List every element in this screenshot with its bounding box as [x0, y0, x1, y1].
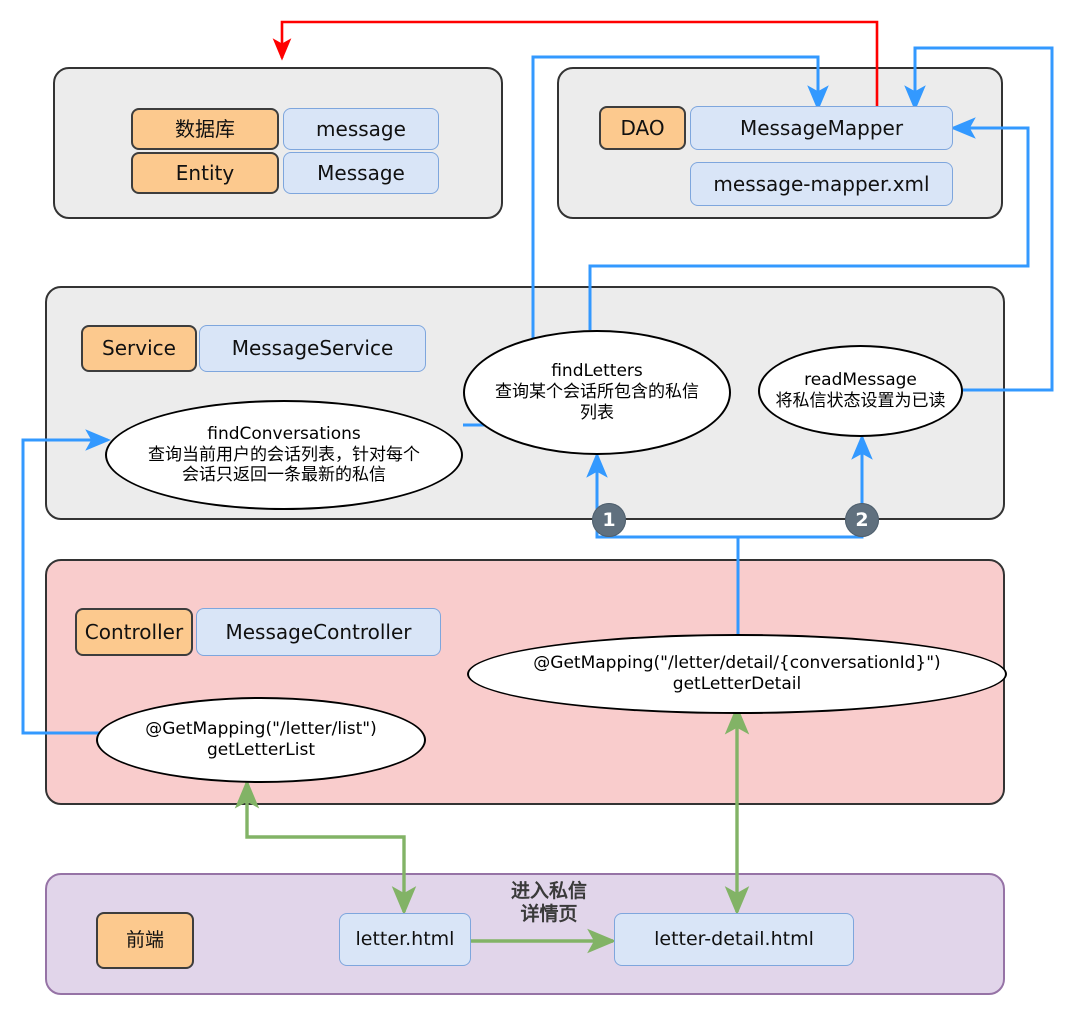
- diagram-canvas: 数据库 message Entity Message DAO MessageMa…: [0, 0, 1079, 1028]
- wire-getletterlist-to-findconversations: [21, 429, 112, 735]
- step-badge-2: 2: [845, 503, 879, 537]
- wire-letterhtml-to-getletterlist: [234, 779, 417, 916]
- chip-service-tag[interactable]: Service: [81, 325, 197, 372]
- mapping-get-letter-detail: @GetMapping("/letter/detail/{conversatio…: [533, 653, 941, 674]
- chip-database-tag[interactable]: 数据库: [131, 108, 279, 150]
- ellipse-read-message[interactable]: readMessage 将私信状态设置为已读: [758, 345, 963, 437]
- mapping-get-letter-list: @GetMapping("/letter/list"): [145, 719, 377, 740]
- wire-readmessage-to-mapper: [904, 46, 1054, 392]
- chip-frontend-tag[interactable]: 前端: [96, 912, 194, 969]
- method-desc-read-message-line1: 将私信状态设置为已读: [775, 391, 946, 411]
- ellipse-find-conversations[interactable]: findConversations 查询当前用户的会话列表，针对每个 会话只返回…: [105, 400, 463, 510]
- chip-page-letter-detail-html[interactable]: letter-detail.html: [614, 913, 854, 966]
- method-desc-find-conversations-line2: 会话只返回一条最新的私信: [182, 465, 386, 486]
- method-name-read-message: readMessage: [804, 370, 917, 391]
- label-enter-letter-detail: 进入私信 详情页: [484, 880, 614, 926]
- chip-message-controller[interactable]: MessageController: [196, 608, 441, 656]
- ellipse-find-letters[interactable]: findLetters 查询某个会话所包含的私信 列表: [463, 330, 731, 455]
- chip-message-mapper-xml[interactable]: message-mapper.xml: [690, 162, 953, 206]
- chip-database-table[interactable]: message: [283, 108, 439, 150]
- chip-message-mapper[interactable]: MessageMapper: [690, 106, 953, 150]
- chip-entity-class[interactable]: Message: [283, 152, 439, 194]
- chip-entity-tag[interactable]: Entity: [131, 152, 279, 194]
- chip-page-letter-html[interactable]: letter.html: [339, 913, 471, 966]
- label-enter-letter-detail-line1: 进入私信: [510, 880, 587, 902]
- method-desc-find-conversations-line1: 查询当前用户的会话列表，针对每个: [148, 444, 420, 465]
- method-name-find-conversations: findConversations: [207, 423, 361, 444]
- ellipse-get-letter-detail[interactable]: @GetMapping("/letter/detail/{conversatio…: [467, 634, 1007, 714]
- wire-getletterdetail-to-findletters: [586, 451, 740, 648]
- chip-message-service[interactable]: MessageService: [199, 325, 426, 372]
- wire-getletterdetail-to-readmessage: [738, 433, 873, 539]
- wire-findletters-to-mapper: [588, 117, 1030, 330]
- method-desc-find-letters-line2: 列表: [580, 402, 614, 423]
- method-desc-find-letters-line1: 查询某个会话所包含的私信: [495, 382, 699, 403]
- method-name-find-letters: findLetters: [551, 361, 643, 382]
- label-enter-letter-detail-line2: 详情页: [520, 902, 578, 925]
- chip-dao-tag[interactable]: DAO: [599, 106, 686, 150]
- method-get-letter-list: getLetterList: [206, 740, 316, 760]
- wire-mapper-to-database: [272, 20, 879, 118]
- step-badge-1: 1: [592, 503, 626, 537]
- method-get-letter-detail: getLetterDetail: [672, 674, 802, 694]
- ellipse-get-letter-list[interactable]: @GetMapping("/letter/list") getLetterLis…: [96, 697, 426, 783]
- chip-controller-tag[interactable]: Controller: [75, 608, 193, 656]
